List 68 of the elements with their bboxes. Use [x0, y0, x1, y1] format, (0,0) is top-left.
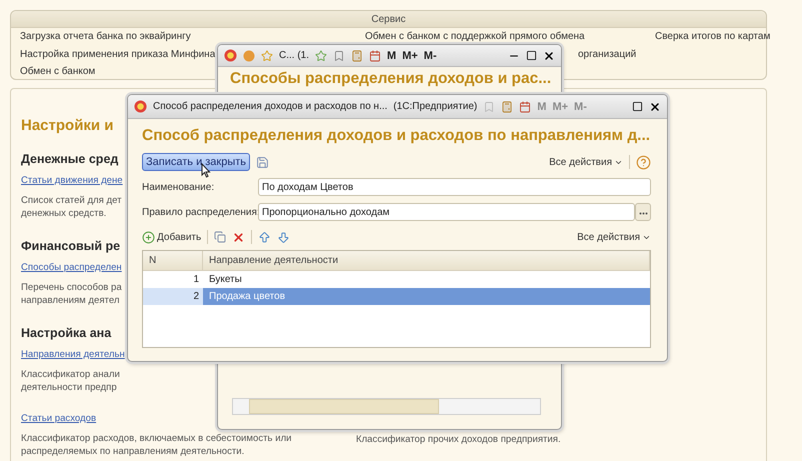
- description-text: деятельности предпр: [21, 381, 117, 394]
- close-icon[interactable]: [649, 100, 661, 112]
- service-link[interactable]: Обмен с банком с поддержкой прямого обмена: [365, 28, 585, 46]
- page-title: Настройки и: [21, 117, 114, 134]
- section-heading: Финансовый ре: [21, 239, 120, 253]
- ellipsis-icon: [638, 212, 648, 215]
- description-text: денежных средств.: [21, 207, 106, 220]
- column-header[interactable]: N: [143, 251, 203, 270]
- panel-title: Сервис: [371, 14, 406, 24]
- settings-link[interactable]: Направления деятельн: [21, 349, 125, 360]
- all-actions-menu[interactable]: Все действия: [549, 156, 623, 168]
- app-name: (1С:Предприятие): [393, 101, 478, 112]
- column-header[interactable]: Направление деятельности: [203, 251, 650, 270]
- calendar-icon[interactable]: [369, 50, 382, 62]
- bookmark-icon[interactable]: [333, 50, 346, 62]
- star-icon[interactable]: [261, 50, 273, 62]
- window-title: Способ распределения доходов и расходов по н...: [153, 101, 388, 112]
- star-icon[interactable]: [315, 50, 328, 62]
- scroll-thumb[interactable]: [249, 399, 439, 414]
- settings-link[interactable]: Статьи расходов: [21, 413, 96, 424]
- app-logo-icon: [224, 49, 237, 62]
- description-text: Классификатор расходов, включаемых в себестоимость или: [21, 432, 292, 445]
- service-link[interactable]: организаций: [578, 46, 636, 63]
- move-up-icon[interactable]: [258, 230, 272, 244]
- description-text: Список статей для дет: [21, 194, 122, 207]
- description-text: направлениям деятел: [21, 294, 120, 307]
- move-down-icon[interactable]: [277, 230, 290, 244]
- memory-button[interactable]: M-: [424, 50, 437, 62]
- field-label: Наименование:: [142, 182, 216, 192]
- delete-icon[interactable]: [232, 230, 246, 244]
- add-button[interactable]: Добавить: [142, 230, 202, 244]
- description-text: Классификатор анали: [21, 368, 120, 381]
- copy-icon[interactable]: [214, 231, 226, 243]
- settings-link[interactable]: Способы распределен: [21, 262, 122, 273]
- field-label: Правило распределения:: [142, 206, 258, 218]
- memory-button[interactable]: M+: [402, 50, 418, 62]
- description-text: распределяемых по направлениям деятельности.: [21, 445, 244, 458]
- memory-button[interactable]: M: [387, 50, 396, 62]
- choose-button[interactable]: [635, 203, 651, 221]
- bookmark-icon[interactable]: [483, 100, 496, 112]
- input-field[interactable]: По доходам Цветов: [258, 178, 651, 196]
- settings-link[interactable]: Статьи движения дене: [21, 175, 123, 186]
- form-heading: Способы распределения доходов и рас...: [230, 70, 549, 88]
- description-text: Классификатор прочих доходов предприятия.: [356, 433, 561, 446]
- all-actions-menu[interactable]: Все действия: [577, 232, 651, 242]
- select-field[interactable]: Пропорционально доходам: [258, 203, 635, 221]
- service-link[interactable]: Настройка применения приказа Минфина: [20, 46, 216, 63]
- window-title: С... (1.: [279, 50, 310, 61]
- save-close-button[interactable]: Записать и закрыть: [142, 153, 250, 171]
- table-row[interactable]: 2 Продажа цветов: [143, 288, 650, 305]
- service-link[interactable]: Загрузка отчета банка по эквайрингу: [20, 28, 191, 46]
- description-text: Перечень способов ра: [21, 281, 122, 294]
- calculator-icon[interactable]: [501, 100, 514, 112]
- app-logo-icon: [134, 100, 147, 113]
- form-heading: Способ распределения доходов и расходов по направлениям д...: [142, 127, 651, 145]
- calculator-icon[interactable]: [351, 50, 364, 62]
- save-icon[interactable]: [256, 156, 270, 168]
- plus-icon: [142, 230, 155, 244]
- section-heading: Денежные сред: [21, 152, 118, 166]
- section-heading: Настройка ана: [21, 326, 112, 340]
- service-link[interactable]: Сверка итогов по картам: [655, 28, 770, 46]
- horizontal-scrollbar[interactable]: [232, 398, 541, 415]
- calendar-icon[interactable]: [519, 100, 532, 112]
- service-link[interactable]: Обмен с банком: [20, 63, 96, 80]
- help-icon[interactable]: [636, 154, 651, 170]
- close-icon[interactable]: [543, 50, 555, 62]
- maximize-icon[interactable]: [632, 101, 643, 112]
- maximize-icon[interactable]: [526, 50, 537, 61]
